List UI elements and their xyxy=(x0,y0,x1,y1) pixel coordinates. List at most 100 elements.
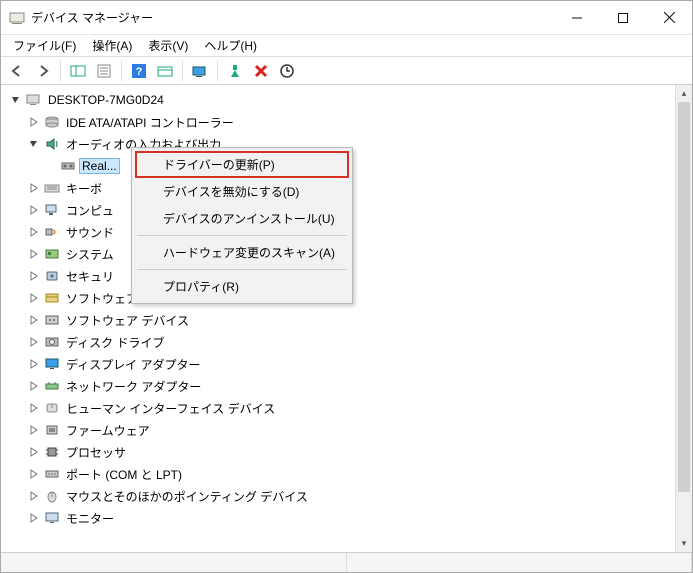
expander-icon[interactable] xyxy=(27,357,41,371)
speaker-icon xyxy=(59,158,77,174)
tree-node-label: プロセッサ xyxy=(63,443,129,462)
expander-icon[interactable] xyxy=(27,115,41,129)
uninstall-button[interactable] xyxy=(249,59,273,83)
tree-node-row[interactable]: ヒューマン インターフェイス デバイス xyxy=(1,397,675,419)
svg-text:?: ? xyxy=(136,66,143,78)
expander-icon[interactable] xyxy=(27,247,41,261)
tree-node-row[interactable]: プロセッサ xyxy=(1,441,675,463)
tree-node-label: ポート (COM と LPT) xyxy=(63,465,185,484)
scroll-track[interactable] xyxy=(676,102,692,535)
help-button[interactable]: ? xyxy=(127,59,151,83)
sound-icon xyxy=(43,224,61,240)
toolbar-separator xyxy=(182,61,183,81)
update-driver-button[interactable] xyxy=(275,59,299,83)
tree-node-row[interactable]: ディスク ドライブ xyxy=(1,331,675,353)
expander-icon[interactable] xyxy=(27,335,41,349)
scan-hardware-button[interactable] xyxy=(188,59,212,83)
close-button[interactable] xyxy=(646,1,692,34)
ctx-separator xyxy=(137,269,347,270)
expander-icon[interactable] xyxy=(27,467,41,481)
computer-icon xyxy=(25,92,43,108)
menu-action[interactable]: 操作(A) xyxy=(86,35,138,56)
expander-icon[interactable] xyxy=(27,423,41,437)
system-icon xyxy=(43,246,61,262)
ctx-uninstall-device[interactable]: デバイスのアンインストール(U) xyxy=(135,205,349,232)
expander-icon[interactable] xyxy=(27,445,41,459)
tree-node-label: マウスとそのほかのポインティング デバイス xyxy=(63,487,311,506)
expander-icon[interactable] xyxy=(27,313,41,327)
ctx-scan-hardware[interactable]: ハードウェア変更のスキャン(A) xyxy=(135,239,349,266)
ctx-update-driver[interactable]: ドライバーの更新(P) xyxy=(135,151,349,178)
tree-node-row[interactable]: モニター xyxy=(1,507,675,529)
tree-node-label: ディスプレイ アダプター xyxy=(63,355,204,374)
expander-icon[interactable] xyxy=(27,137,41,151)
titlebar: デバイス マネージャー xyxy=(1,1,692,35)
tree-node-row[interactable]: ネットワーク アダプター xyxy=(1,375,675,397)
swcomp-icon xyxy=(43,290,61,306)
tree-node-label: IDE ATA/ATAPI コントローラー xyxy=(63,113,237,132)
tree-node-row[interactable]: ソフトウェア デバイス xyxy=(1,309,675,331)
expander-icon[interactable] xyxy=(27,181,41,195)
menu-view[interactable]: 表示(V) xyxy=(142,35,194,56)
toolbar-separator xyxy=(60,61,61,81)
tree-root-row[interactable]: DESKTOP-7MG0D24 xyxy=(1,89,675,111)
swdev-icon xyxy=(43,312,61,328)
display-icon xyxy=(43,356,61,372)
tree-node-label: ディスク ドライブ xyxy=(63,333,168,352)
tree-node-label: ソフトウェア デバイス xyxy=(63,311,192,330)
device-tree[interactable]: DESKTOP-7MG0D24 IDE ATA/ATAPI コントローラーオーデ… xyxy=(1,85,675,552)
tree-node-row[interactable]: ディスプレイ アダプター xyxy=(1,353,675,375)
enable-button[interactable] xyxy=(223,59,247,83)
show-hide-tree-button[interactable] xyxy=(66,59,90,83)
monitor-icon xyxy=(43,510,61,526)
vertical-scrollbar[interactable]: ▴ ▾ xyxy=(675,85,692,552)
window-title: デバイス マネージャー xyxy=(31,9,554,26)
context-menu: ドライバーの更新(P) デバイスを無効にする(D) デバイスのアンインストール(… xyxy=(131,147,353,304)
menubar: ファイル(F) 操作(A) 表示(V) ヘルプ(H) xyxy=(1,35,692,57)
menu-file[interactable]: ファイル(F) xyxy=(7,35,82,56)
expander-icon[interactable] xyxy=(27,203,41,217)
back-button[interactable] xyxy=(5,59,29,83)
scroll-thumb[interactable] xyxy=(678,102,690,492)
expander-icon[interactable] xyxy=(27,269,41,283)
tree-node-label: DESKTOP-7MG0D24 xyxy=(45,92,167,108)
ctx-disable-device[interactable]: デバイスを無効にする(D) xyxy=(135,178,349,205)
ctx-separator xyxy=(137,235,347,236)
app-icon xyxy=(9,10,25,26)
scroll-down-button[interactable]: ▾ xyxy=(676,535,692,552)
tree-node-label: サウンド xyxy=(63,223,117,242)
toolbar-separator xyxy=(217,61,218,81)
tree-node-label: ヒューマン インターフェイス デバイス xyxy=(63,399,278,418)
properties-button[interactable] xyxy=(92,59,116,83)
expander-icon[interactable] xyxy=(27,291,41,305)
minimize-button[interactable] xyxy=(554,1,600,34)
tree-node-row[interactable]: ファームウェア xyxy=(1,419,675,441)
tree-node-row[interactable]: IDE ATA/ATAPI コントローラー xyxy=(1,111,675,133)
keyboard-icon xyxy=(43,180,61,196)
statusbar xyxy=(1,552,692,572)
disk-icon xyxy=(43,114,61,130)
menu-help[interactable]: ヘルプ(H) xyxy=(198,35,263,56)
toolbar: ? xyxy=(1,57,692,85)
expander-icon[interactable] xyxy=(27,489,41,503)
maximize-button[interactable] xyxy=(600,1,646,34)
status-cell xyxy=(1,553,347,572)
tree-node-label: Real... xyxy=(79,158,120,174)
mouse-icon xyxy=(43,488,61,504)
tree-node-row[interactable]: ポート (COM と LPT) xyxy=(1,463,675,485)
expander-icon[interactable] xyxy=(27,379,41,393)
computer-icon xyxy=(43,202,61,218)
tree-node-label: モニター xyxy=(63,509,117,528)
expander-icon[interactable] xyxy=(27,225,41,239)
devices-by-type-button[interactable] xyxy=(153,59,177,83)
forward-button[interactable] xyxy=(31,59,55,83)
tree-node-label: キーボ xyxy=(63,179,105,198)
ctx-properties[interactable]: プロパティ(R) xyxy=(135,273,349,300)
status-cell xyxy=(347,553,693,572)
expander-icon[interactable] xyxy=(27,401,41,415)
expander-icon[interactable] xyxy=(27,511,41,525)
window-controls xyxy=(554,1,692,34)
expander-icon[interactable] xyxy=(9,93,23,107)
tree-node-row[interactable]: マウスとそのほかのポインティング デバイス xyxy=(1,485,675,507)
scroll-up-button[interactable]: ▴ xyxy=(676,85,692,102)
